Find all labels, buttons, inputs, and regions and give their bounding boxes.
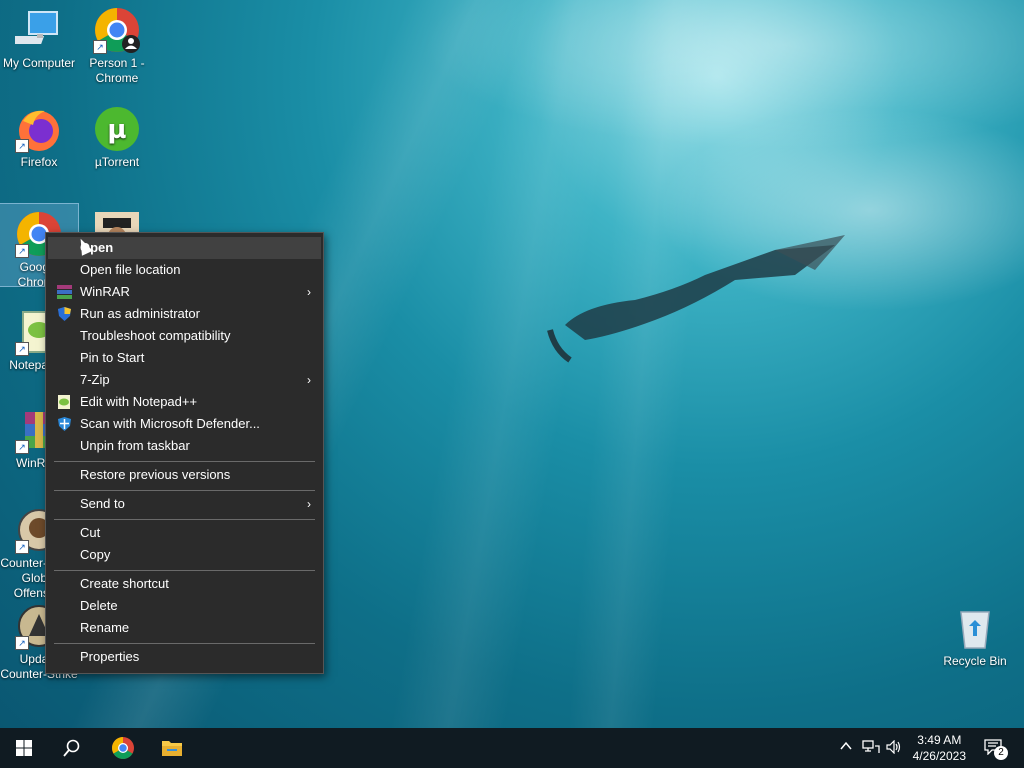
menu-item-send-to[interactable]: Send to › [48,493,321,515]
menu-item-troubleshoot[interactable]: Troubleshoot compatibility [48,325,321,347]
notepadpp-icon [58,395,70,409]
shortcut-arrow-icon: ↗ [15,540,29,554]
chrome-icon [112,737,134,759]
menu-item-properties[interactable]: Properties [48,646,321,668]
menu-item-pin-to-start[interactable]: Pin to Start [48,347,321,369]
menu-item-rename[interactable]: Rename [48,617,321,639]
taskbar-clock[interactable]: 3:49 AM 4/26/2023 [913,732,966,764]
shortcut-arrow-icon: ↗ [15,139,29,153]
wallpaper-diver [547,235,845,363]
shortcut-arrow-icon: ↗ [15,342,29,356]
taskbar-chrome-button[interactable] [98,728,146,768]
menu-item-label: Send to [80,496,125,511]
taskbar: 3:49 AM 4/26/2023 2 [0,728,1024,768]
menu-item-unpin-taskbar[interactable]: Unpin from taskbar [48,435,321,457]
desktop-icon-firefox[interactable]: ↗ Firefox [0,99,78,170]
desktop-icon-recycle-bin[interactable]: Recycle Bin [936,598,1014,669]
desktop-icon-my-computer[interactable]: My Computer [0,0,78,71]
menu-item-label: Edit with Notepad++ [80,394,198,409]
clock-date: 4/26/2023 [912,749,966,763]
menu-item-7zip[interactable]: 7-Zip › [48,369,321,391]
menu-separator [54,490,315,491]
menu-item-label: Scan with Microsoft Defender... [80,416,260,431]
search-button[interactable] [48,728,96,768]
uac-shield-icon [58,307,71,321]
shortcut-arrow-icon: ↗ [15,440,29,454]
menu-item-copy[interactable]: Copy [48,544,321,566]
menu-item-scan-defender[interactable]: Scan with Microsoft Defender... [48,413,321,435]
show-hidden-icons-chevron-up-icon[interactable] [840,740,852,755]
shortcut-arrow-icon: ↗ [15,636,29,650]
utorrent-icon: µ [93,105,141,153]
defender-shield-icon [58,417,71,431]
menu-item-create-shortcut[interactable]: Create shortcut [48,573,321,595]
menu-item-edit-notepadpp[interactable]: Edit with Notepad++ [48,391,321,413]
volume-icon[interactable] [886,739,902,757]
menu-item-delete[interactable]: Delete [48,595,321,617]
clock-time: 3:49 AM [917,733,962,747]
context-menu: Open Open file location WinRAR › Run as … [45,232,324,674]
winrar-icon [57,285,72,299]
menu-item-winrar[interactable]: WinRAR › [48,281,321,303]
menu-separator [54,519,315,520]
menu-item-label: 7-Zip [80,372,110,387]
start-button[interactable] [0,728,48,768]
menu-separator [54,570,315,571]
network-icon[interactable] [862,740,880,757]
taskbar-file-explorer-button[interactable] [148,728,196,768]
windows-logo-icon [16,740,32,756]
chrome-profile-icon: ↗ [93,6,141,54]
menu-item-restore-versions[interactable]: Restore previous versions [48,464,321,486]
menu-separator [54,643,315,644]
menu-separator [54,461,315,462]
notification-count-badge: 2 [994,746,1008,760]
computer-icon [7,6,63,54]
menu-item-label: WinRAR [80,284,130,299]
wallpaper-foam [640,100,1024,320]
action-center-button[interactable]: 2 [976,728,1016,768]
chevron-right-icon: › [307,373,311,387]
search-icon [63,739,80,757]
wallpaper-surface [420,0,1024,150]
desktop-icon-person-chrome[interactable]: ↗ Person 1 - Chrome [78,0,156,86]
chevron-right-icon: › [307,285,311,299]
firefox-icon: ↗ [15,105,63,153]
menu-item-label: Run as administrator [80,306,200,321]
menu-item-cut[interactable]: Cut [48,522,321,544]
recycle-bin-icon [951,604,999,652]
folder-icon [162,741,182,756]
chevron-right-icon: › [307,497,311,511]
shortcut-arrow-icon: ↗ [93,40,107,54]
shortcut-arrow-icon: ↗ [15,244,29,258]
svg-text:µ: µ [107,115,126,145]
menu-item-run-as-admin[interactable]: Run as administrator [48,303,321,325]
desktop-icon-utorrent[interactable]: µ µTorrent [78,99,156,170]
menu-item-open-file-location[interactable]: Open file location [48,259,321,281]
